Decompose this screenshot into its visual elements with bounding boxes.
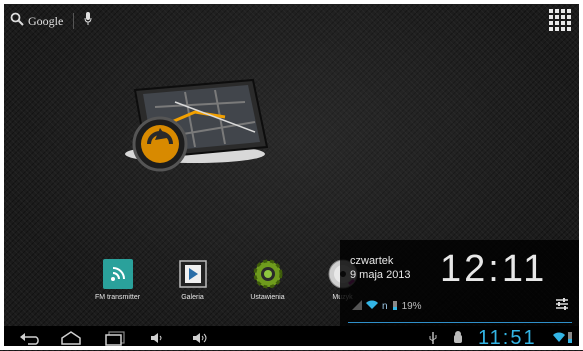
battery-icon (567, 330, 573, 349)
navigation-app-widget[interactable] (105, 72, 270, 172)
back-icon[interactable] (20, 330, 40, 351)
system-clock: 11:51 (478, 327, 537, 349)
day-label: czwartek (350, 255, 394, 267)
volume-up-icon[interactable] (192, 330, 210, 351)
wifi-icon (366, 300, 378, 313)
search-icon (10, 12, 24, 31)
mic-icon[interactable] (84, 11, 92, 31)
quick-settings-icon[interactable] (554, 296, 570, 312)
status-row: n 19% (352, 300, 422, 313)
system-bar: 11:51 (0, 326, 583, 350)
film-play-icon (177, 258, 209, 290)
home-dock: FM transmitter Galeria Ustawienia Muzyk (90, 258, 370, 301)
wifi-icon (553, 330, 565, 348)
usb-icon (428, 330, 438, 351)
app-label: FM transmitter (94, 294, 141, 301)
battery-percent: 19% (401, 301, 422, 312)
all-apps-grid-icon[interactable] (549, 9, 571, 31)
google-search-bar[interactable]: Google (10, 10, 92, 32)
notification-panel[interactable]: czwartek 9 maja 2013 12:11 n 19% (340, 240, 580, 328)
wifi-broadcast-icon (102, 258, 134, 290)
signal-icon (352, 300, 362, 313)
app-ustawienia[interactable]: Ustawienia (240, 258, 295, 301)
panel-divider (348, 322, 572, 323)
home-icon[interactable] (60, 330, 82, 351)
recent-apps-icon[interactable] (104, 330, 126, 351)
date-label: 9 maja 2013 (350, 269, 411, 281)
volume-down-icon[interactable] (150, 330, 164, 351)
app-label: Galeria (181, 294, 204, 301)
android-debug-icon (452, 330, 464, 351)
gear-icon (252, 258, 284, 290)
search-divider (73, 13, 75, 29)
network-type: n (382, 301, 388, 312)
app-label: Ustawienia (250, 294, 285, 301)
google-label: Google (28, 13, 64, 28)
app-galeria[interactable]: Galeria (165, 258, 220, 301)
panel-clock: 12:11 (440, 248, 548, 290)
battery-icon (392, 300, 398, 313)
app-fm-transmitter[interactable]: FM transmitter (90, 258, 145, 301)
